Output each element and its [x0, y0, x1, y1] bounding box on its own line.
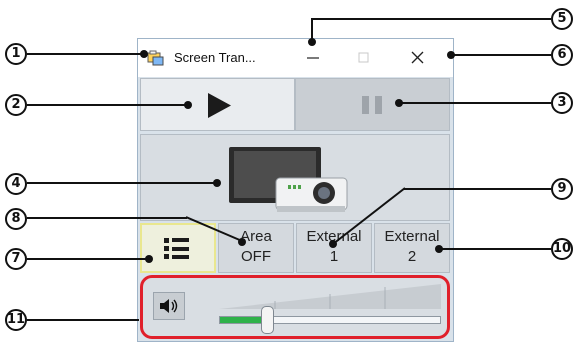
callout-3: 3 — [551, 92, 573, 114]
maximize-icon — [358, 52, 369, 63]
leader-dot-6 — [447, 51, 455, 59]
speaker-button[interactable] — [153, 292, 185, 320]
volume-slider-track[interactable] — [219, 316, 441, 324]
leader-dot-7 — [145, 255, 153, 263]
callout-9: 9 — [551, 178, 573, 200]
callout-10: 10 — [551, 238, 573, 260]
leader-dot-5 — [308, 38, 316, 46]
leader-dot-1 — [140, 50, 148, 58]
leader-line-6 — [452, 54, 551, 56]
volume-scale — [219, 284, 441, 309]
external-1-number: 1 — [329, 248, 339, 265]
callout-2: 2 — [5, 94, 27, 116]
leader-line-5a — [311, 18, 551, 20]
speaker-icon — [160, 299, 178, 313]
leader-dot-4 — [213, 179, 221, 187]
minimize-icon — [307, 57, 319, 59]
leader-line-4 — [27, 182, 217, 184]
maximize-button[interactable] — [343, 43, 385, 73]
leader-line-9a — [404, 188, 551, 190]
leader-dot-2 — [184, 101, 192, 109]
leader-line-10 — [440, 248, 551, 250]
callout-8: 8 — [5, 208, 27, 230]
leader-dot-3 — [395, 99, 403, 107]
callout-5: 5 — [551, 8, 573, 30]
callout-1: 1 — [5, 43, 27, 65]
leader-line-1 — [27, 53, 144, 55]
pause-button[interactable] — [295, 78, 450, 131]
leader-line-8b — [186, 216, 243, 242]
callout-11: 11 — [5, 309, 27, 331]
volume-level-fill — [220, 317, 264, 323]
callout-4: 4 — [5, 173, 27, 195]
pause-icon — [362, 96, 382, 114]
close-icon — [411, 51, 424, 64]
leader-line-8a — [27, 217, 187, 219]
volume-slider-thumb[interactable] — [261, 306, 274, 334]
leader-line-11 — [27, 319, 139, 321]
title-bar: Screen Tran... — [138, 39, 453, 77]
area-state: OFF — [241, 248, 271, 265]
minimize-button[interactable] — [292, 43, 334, 73]
leader-dot-9 — [329, 240, 337, 248]
window-title: Screen Tran... — [174, 50, 256, 65]
app-icon — [147, 50, 164, 66]
leader-line-5b — [311, 18, 313, 40]
leader-line-9b — [332, 187, 406, 245]
leader-dot-10 — [435, 245, 443, 253]
callout-6: 6 — [551, 44, 573, 66]
leader-line-3 — [400, 102, 551, 104]
callout-7: 7 — [5, 248, 27, 270]
close-button[interactable] — [396, 43, 438, 73]
volume-panel — [140, 275, 450, 339]
leader-dot-8 — [238, 238, 246, 246]
leader-line-7 — [27, 258, 149, 260]
leader-line-2 — [27, 104, 187, 106]
